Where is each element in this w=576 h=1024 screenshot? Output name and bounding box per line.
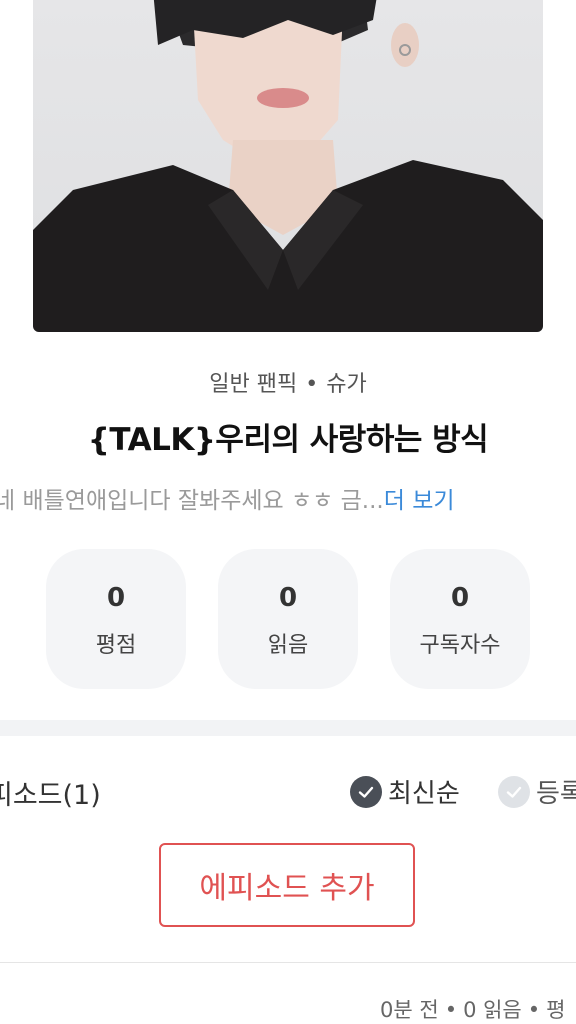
stat-subscribers-label: 구독자수 (419, 633, 501, 658)
sort-latest-label: 최신순 (388, 779, 460, 809)
check-icon (498, 775, 530, 808)
stat-subscribers-value: 0 (450, 583, 470, 613)
work-description: 네 배틀연애입니다 잘봐주세요 ㅎㅎ 금...더 보기 (0, 481, 455, 515)
genre-label: 일반 팬픽 (209, 372, 298, 397)
stat-subscribers: 0 구독자수 (390, 549, 530, 689)
description-text: 네 배틀연애입니다 잘봐주세요 ㅎㅎ 금... (0, 488, 384, 514)
list-divider (0, 962, 576, 963)
stat-rating-value: 0 (106, 583, 126, 613)
add-episode-button[interactable]: 에피소드 추가 (159, 843, 415, 927)
work-meta: 일반 팬픽 • 슈가 (0, 366, 576, 398)
more-link[interactable]: 더 보기 (384, 488, 455, 514)
episode-reads: 0 읽음 (463, 998, 522, 1022)
stat-reads-label: 읽음 (267, 633, 309, 658)
meta-separator: • (444, 998, 458, 1022)
cover-image (33, 0, 543, 332)
meta-separator: • (305, 372, 319, 397)
character-label: 슈가 (326, 372, 367, 397)
sort-registered-label: 등록 (536, 779, 576, 809)
episode-item-meta: 0분 전 • 0 읽음 • 평 (380, 994, 565, 1024)
meta-separator: • (527, 998, 541, 1022)
episode-time: 0분 전 (380, 998, 439, 1022)
section-divider (0, 720, 576, 736)
stat-reads-value: 0 (278, 583, 298, 613)
episode-count: 피소드(1) (0, 780, 101, 811)
work-title: {TALK}우리의 사랑하는 방식 (87, 422, 489, 458)
stat-rating-label: 평점 (95, 633, 137, 658)
episode-rating: 평 (546, 998, 566, 1022)
stat-rating: 0 평점 (46, 549, 186, 689)
sort-latest-option[interactable]: 최신순 (350, 773, 460, 810)
sort-registered-option[interactable]: 등록 (498, 773, 576, 810)
check-icon (350, 775, 382, 808)
stat-reads: 0 읽음 (218, 549, 358, 689)
